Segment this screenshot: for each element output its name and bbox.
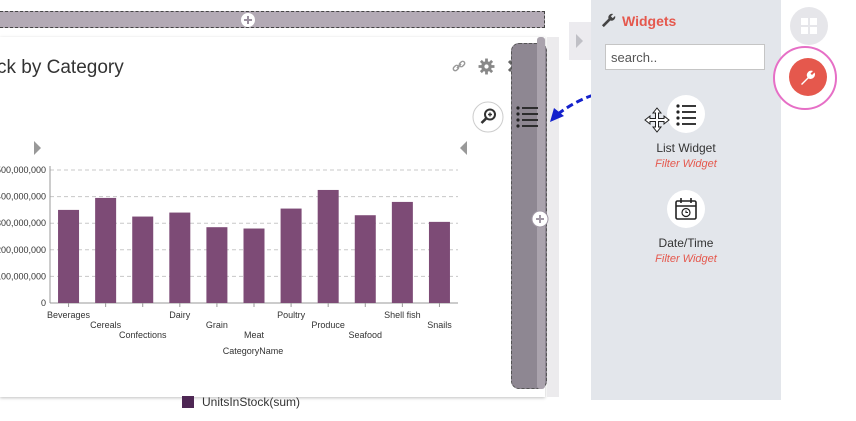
widget-title: ck by Category [0,57,124,78]
x-tick-label: Seafood [349,330,383,340]
panel-title: Widgets [601,13,676,31]
plus-circle-icon[interactable] [241,13,255,27]
widget-item-datetime[interactable]: Date/Time Filter Widget [611,190,761,265]
widget-item-list[interactable]: List Widget Filter Widget [611,95,761,170]
dashboard-grid-icon [801,18,817,34]
calendar-icon [667,190,705,228]
wrench-icon [789,58,827,96]
widgets-toggle-button[interactable] [773,46,837,110]
wrench-icon [601,13,616,31]
y-tick-label: 300,000,000 [0,218,46,228]
bar-snails [428,221,450,303]
y-tick-label: 500,000,000 [0,165,46,175]
widgets-panel: Widgets List Widget Filter Widget Date/T [591,0,781,400]
search-input[interactable] [605,44,765,70]
x-tick-label: Poultry [277,310,306,320]
bar-seafood [354,215,376,303]
y-tick-label: 0 [41,298,46,308]
x-tick-label: Grain [206,320,228,330]
widget-type: Filter Widget [655,158,717,170]
y-tick-label: 200,000,000 [0,245,46,255]
link-icon[interactable] [452,59,466,78]
list-icon[interactable] [514,103,540,134]
bar-shell-fish [391,201,413,303]
dashboard-grid-button[interactable] [790,7,828,45]
legend-label: UnitsInStock(sum) [202,395,301,409]
bar-meat [243,228,265,303]
gear-icon[interactable] [478,58,495,80]
x-tick-label: Snails [427,320,452,330]
bar-dairy [169,212,191,303]
x-tick-label: Meat [244,330,265,340]
bar-chart: 0 100,000,000 200,000,000 300,000,000 400,00… [0,165,458,356]
x-tick-label: Confections [119,330,167,340]
x-tick-label: Dairy [169,310,191,320]
x-tick-label: Beverages [47,310,91,320]
widget-name: List Widget [656,141,716,155]
zoom-icon[interactable] [472,101,504,138]
panel-title-text: Widgets [622,13,677,29]
x-tick-label: Cereals [90,320,122,330]
bar-grain [206,227,228,303]
legend-swatch [182,396,194,408]
widget-type: Filter Widget [655,253,717,265]
widget-name: Date/Time [658,236,714,250]
x-axis-title: CategoryName [223,346,284,356]
bar-beverages [58,209,80,303]
y-tick-label: 100,000,000 [0,271,46,281]
plus-circle-icon[interactable] [531,210,549,233]
bar-confections [132,216,154,303]
y-tick-label: 400,000,000 [0,192,46,202]
panel-collapse-tab[interactable] [569,22,591,60]
chart-legend: UnitsInStock(sum) [182,395,300,409]
bar-poultry [280,208,302,303]
x-tick-label: Produce [311,320,345,330]
x-tick-label: Shell fish [384,310,421,320]
move-cursor-icon [644,107,670,138]
bar-cereals [95,197,117,303]
list-icon [667,95,705,133]
bar-produce [317,189,339,303]
top-drop-zone[interactable] [0,11,545,28]
